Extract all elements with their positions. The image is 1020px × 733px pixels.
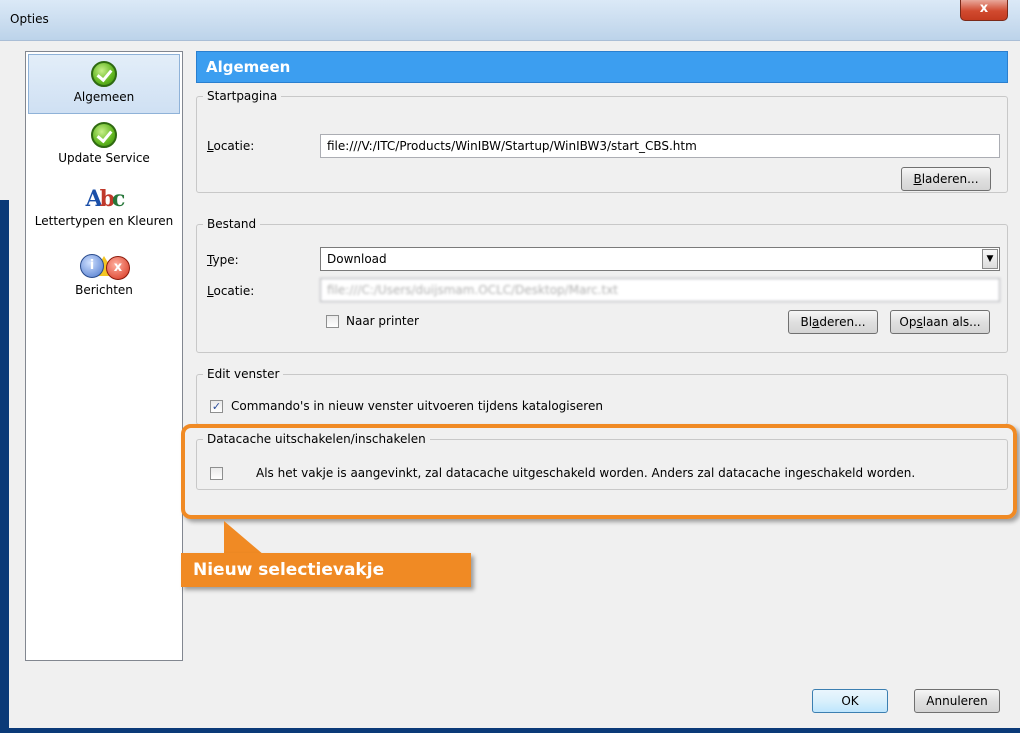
chevron-down-icon[interactable]: ▼: [982, 249, 998, 269]
check-icon: [91, 122, 117, 148]
ok-button[interactable]: OK: [812, 689, 888, 713]
options-dialog: Opties x Algemeen Update Service Abc Let…: [0, 0, 1020, 733]
startpagina-browse-button[interactable]: Bladeren...: [901, 167, 991, 191]
select-value: Download: [327, 252, 387, 266]
sidebar-item-update-service[interactable]: Update Service: [28, 122, 180, 178]
bestand-browse-button[interactable]: Bladeren...: [788, 310, 878, 334]
dialog-body: Algemeen Update Service Abc Lettertypen …: [9, 41, 1020, 728]
edit-venster-checkbox[interactable]: ✓: [210, 400, 223, 413]
naar-printer-checkbox[interactable]: [326, 315, 339, 328]
bestand-locatie-input[interactable]: file:///C:/Users/duijsmam.OCLC/Desktop/M…: [320, 278, 1000, 302]
window-title: Opties: [10, 12, 49, 26]
group-legend: Bestand: [207, 217, 257, 231]
close-button[interactable]: x: [960, 0, 1008, 21]
sidebar-item-berichten[interactable]: ix Berichten: [28, 252, 180, 308]
callout-label: Nieuw selectievakje: [181, 553, 471, 587]
edit-venster-label: Commando's in nieuw venster uitvoeren ti…: [231, 399, 603, 413]
window-frame-bottom: [0, 728, 1020, 733]
group-legend: Startpagina: [207, 89, 278, 103]
cancel-button[interactable]: Annuleren: [914, 689, 1000, 713]
section-header: Algemeen: [196, 51, 1008, 83]
bestand-type-label: Type:: [207, 253, 239, 267]
startpagina-locatie-input[interactable]: file:///V:/ITC/Products/WinIBW/Startup/W…: [320, 134, 1000, 158]
abc-icon: Abc: [85, 186, 126, 212]
group-legend: Edit venster: [207, 367, 280, 381]
messages-icon: ix: [78, 252, 130, 280]
bestand-type-select[interactable]: Download ▼: [320, 247, 1000, 271]
sidebar-item-label: Algemeen: [73, 90, 135, 104]
title-bar[interactable]: Opties x: [0, 0, 1020, 41]
window-frame-edge: [0, 200, 9, 733]
sidebar-item-label: Update Service: [58, 151, 150, 165]
highlight-frame: [181, 424, 1017, 519]
close-icon: x: [979, 1, 989, 16]
startpagina-locatie-label: Locatie:: [207, 139, 255, 153]
edit-venster-group: Edit venster: [196, 367, 1008, 425]
sidebar-item-algemeen[interactable]: Algemeen: [28, 54, 180, 114]
check-icon: [91, 61, 117, 87]
callout-pointer: [224, 521, 264, 555]
category-sidebar: Algemeen Update Service Abc Lettertypen …: [25, 51, 183, 661]
naar-printer-label: Naar printer: [346, 314, 419, 328]
sidebar-item-label: Lettertypen en Kleuren: [34, 214, 174, 228]
sidebar-item-label: Berichten: [75, 283, 133, 297]
save-as-button[interactable]: Opslaan als...: [890, 310, 990, 334]
sidebar-item-lettertypen[interactable]: Abc Lettertypen en Kleuren: [28, 186, 180, 242]
bestand-locatie-label: Locatie:: [207, 284, 255, 298]
